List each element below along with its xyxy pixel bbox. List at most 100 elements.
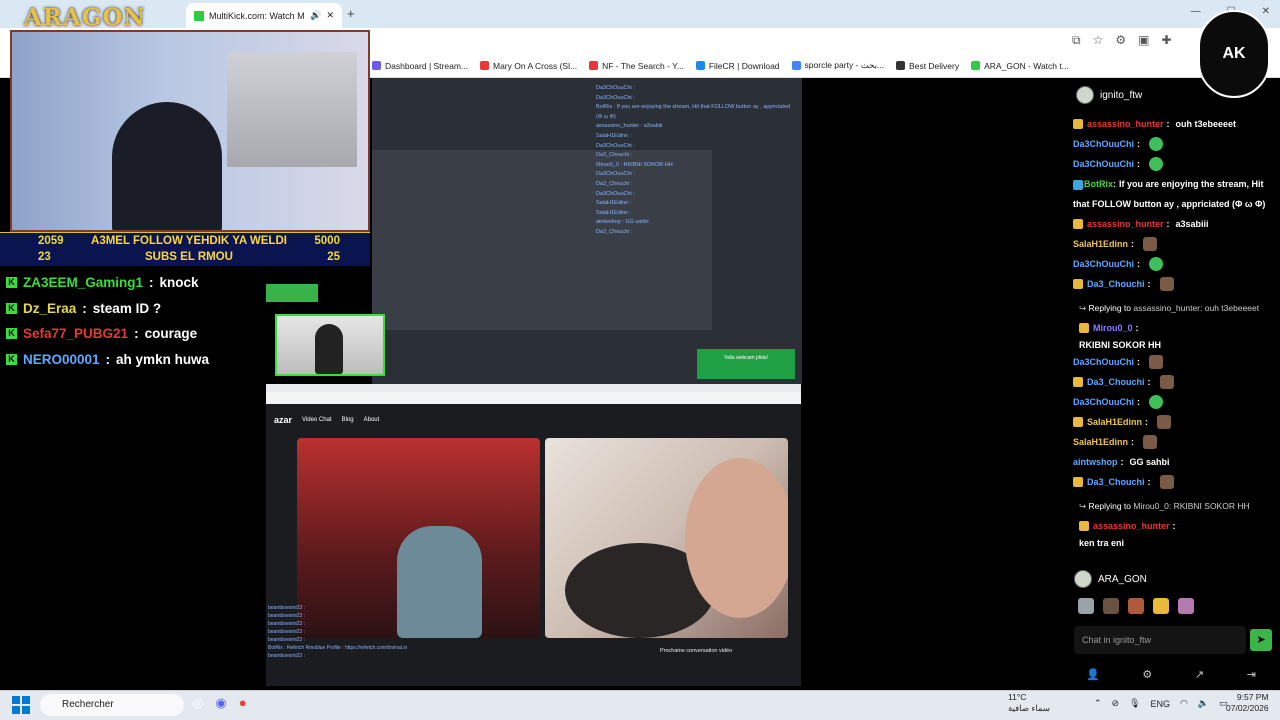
- overlay-chat-text: knock: [159, 275, 199, 291]
- chat-emote-icon: [1143, 435, 1158, 449]
- bookmark-item[interactable]: Mary On A Cross (Sl...: [480, 60, 577, 71]
- follow-goal: 2059 A3MEL FOLLOW YEHDIK YA WELDI 5000: [0, 233, 370, 249]
- chat-username[interactable]: Da3ChOuuChi: [1073, 154, 1134, 174]
- star-emote-icon[interactable]: [1153, 598, 1169, 614]
- reply-message: RKIBNI SOKOR HH: [1079, 340, 1162, 350]
- chat-username[interactable]: assassino_hunter: [1087, 114, 1164, 134]
- channel-name[interactable]: ignito_ftw: [1100, 90, 1142, 101]
- azar-nav-blog[interactable]: Blog: [342, 417, 354, 423]
- azar-nav-video-chat[interactable]: Video Chat: [302, 417, 332, 423]
- taskbar-search[interactable]: Rechercher: [40, 694, 184, 716]
- chat-username[interactable]: BotRix: [1084, 179, 1113, 189]
- chat-username[interactable]: SalaH1Edinn: [1073, 234, 1128, 254]
- azar-nav-about[interactable]: About: [364, 417, 380, 423]
- language-indicator[interactable]: ENG: [1151, 699, 1171, 709]
- bookmark-item[interactable]: FileCR | Download: [695, 60, 780, 71]
- new-tab-button[interactable]: +: [347, 6, 355, 21]
- captured-chat-line: Da3ChOuuChi :: [596, 85, 635, 91]
- speaker-icon[interactable]: 🔊: [310, 10, 321, 21]
- chat-username[interactable]: Da3_Chouchi: [1087, 274, 1145, 294]
- kick-badge-icon: K: [6, 353, 17, 365]
- chat-username[interactable]: assassino_hunter: [1087, 214, 1164, 234]
- chat-colon: :: [1147, 477, 1151, 487]
- network-off-icon[interactable]: ⊘: [1112, 698, 1120, 709]
- chat-username[interactable]: SalaH1Edinn: [1087, 412, 1142, 432]
- overlay-chat-sep: :: [105, 351, 111, 367]
- chat-colon: :: [1137, 259, 1141, 269]
- captured-chat-line: BotRix : If you are enjoying the stream,…: [596, 104, 791, 111]
- overlay-chat-text: steam ID ?: [92, 300, 162, 316]
- close-window-button[interactable]: ✕: [1262, 6, 1270, 17]
- chat-colon: :: [1137, 139, 1141, 149]
- bookmark-star-icon[interactable]: ☆: [1093, 33, 1104, 48]
- chat-username[interactable]: Da3ChOuuChi: [1073, 392, 1134, 412]
- chat-message: SalaH1Edinn:: [1073, 432, 1273, 452]
- chat-input[interactable]: Chat in ignito_ftw: [1074, 626, 1246, 654]
- chat-text: ouh t3ebeeeet: [1175, 119, 1237, 129]
- wifi-icon[interactable]: ◠: [1180, 698, 1188, 709]
- chat-message: SalaH1Edinn:: [1073, 412, 1273, 432]
- chat-username[interactable]: Da3ChOuuChi: [1073, 254, 1134, 274]
- chat-username[interactable]: Mirou0_0: [1093, 318, 1133, 338]
- chat-emote-icon: [1159, 475, 1174, 489]
- captured-chat-line: assassino_hunter : a3sabiii: [596, 123, 663, 130]
- chat-username[interactable]: aintwshop: [1073, 452, 1118, 472]
- chat-username[interactable]: Da3ChOuuChi: [1073, 352, 1134, 372]
- chat-log: assassino_hunter: ouh t3ebeeeet Da3ChOuuCh…: [1073, 114, 1273, 550]
- weather-widget[interactable]: 11°C سماء صافية: [990, 692, 1050, 714]
- chat-username[interactable]: Da3_Chouchi: [1087, 372, 1145, 392]
- chevron-up-icon[interactable]: ⌃: [1094, 698, 1102, 709]
- discord-icon[interactable]: ◉: [215, 695, 226, 711]
- emote-icon[interactable]: [1103, 598, 1119, 614]
- chat-colon: :: [1135, 323, 1139, 333]
- chat-colon: :: [1131, 239, 1135, 249]
- reply-context[interactable]: ↪ Replying to assassino_hunter: ouh t3eb…: [1079, 298, 1273, 318]
- add-user-icon[interactable]: 👤: [1086, 668, 1100, 681]
- goal-bar: 2059 A3MEL FOLLOW YEHDIK YA WELDI 5000 2…: [0, 232, 370, 266]
- captured-chat-line: aintwshop : GG sahbi: [596, 219, 649, 226]
- close-tab-icon[interactable]: ✕: [326, 10, 334, 21]
- bookmark-item[interactable]: Dashboard | Stream...: [372, 60, 468, 71]
- logout-icon[interactable]: ⇥: [1247, 668, 1256, 681]
- chat-username[interactable]: SalaH1Edinn: [1073, 432, 1128, 452]
- translate-icon[interactable]: ⧉: [1072, 33, 1081, 48]
- reply-context[interactable]: ↪ Replying to Mirou0_0: RKIBNI SOKOR HH: [1079, 496, 1273, 516]
- volume-icon[interactable]: 🔈: [1198, 698, 1209, 709]
- subscriber-badge-icon: [1073, 377, 1083, 387]
- system-tray: ⌃ ⊘ 🎙 ENG ◠ 🔈 ▭: [1094, 698, 1228, 709]
- mic-icon[interactable]: 🎙: [1129, 698, 1140, 709]
- chat-username[interactable]: Da3ChOuuChi: [1073, 134, 1134, 154]
- minimize-button[interactable]: —: [1191, 6, 1201, 17]
- copilot-icon[interactable]: ◎: [192, 695, 203, 711]
- bookmark-item[interactable]: Best Delivery: [896, 60, 959, 71]
- emote-icon[interactable]: [1178, 598, 1194, 614]
- bookmark-item[interactable]: NF - The Search - Y...: [589, 60, 684, 71]
- subscriber-badge-icon: [1073, 219, 1083, 229]
- reply-quoted: RKIBNI SOKOR HH: [1173, 501, 1250, 511]
- captured-chat-line: SalaH1Edinn :: [596, 200, 632, 207]
- popout-icon[interactable]: ↗: [1195, 668, 1204, 681]
- chat-message: Da3ChOuuChi:: [1073, 134, 1273, 154]
- kick-badge-icon: K: [6, 302, 17, 314]
- chrome-icon[interactable]: ●: [239, 695, 247, 711]
- settings-gear-icon[interactable]: ⚙: [1142, 668, 1152, 681]
- start-button-icon[interactable]: [12, 696, 30, 714]
- chat-username[interactable]: Da3_Chouchi: [1087, 472, 1145, 492]
- bookmark-item[interactable]: sporcle party - بحث...: [791, 60, 884, 71]
- azar-next-label[interactable]: Prochaine conversation vidéo: [660, 648, 732, 654]
- clock[interactable]: 9:57 PM 07/02/2026: [1226, 692, 1269, 714]
- bookmark-favicon-icon: [589, 61, 599, 70]
- chat-colon: :: [1137, 159, 1141, 169]
- current-username[interactable]: ARA_GON: [1098, 574, 1147, 585]
- clock-time: 9:57 PM: [1236, 692, 1269, 702]
- extension-icon[interactable]: ⚙: [1115, 33, 1126, 48]
- send-button[interactable]: ➤: [1250, 629, 1272, 651]
- tab-multikick[interactable]: MultiKick.com: Watch Multiple... 🔊 ✕: [186, 3, 342, 28]
- emote-icon[interactable]: [1078, 598, 1094, 614]
- kick-badge-icon: K: [6, 277, 17, 289]
- window-icon[interactable]: ▣: [1138, 33, 1149, 48]
- extensions-puzzle-icon[interactable]: ✚: [1161, 33, 1171, 48]
- chat-username[interactable]: assassino_hunter: [1093, 516, 1170, 536]
- emote-icon[interactable]: [1128, 598, 1144, 614]
- bookmark-item[interactable]: ARA_GON - Watch t...: [971, 60, 1069, 71]
